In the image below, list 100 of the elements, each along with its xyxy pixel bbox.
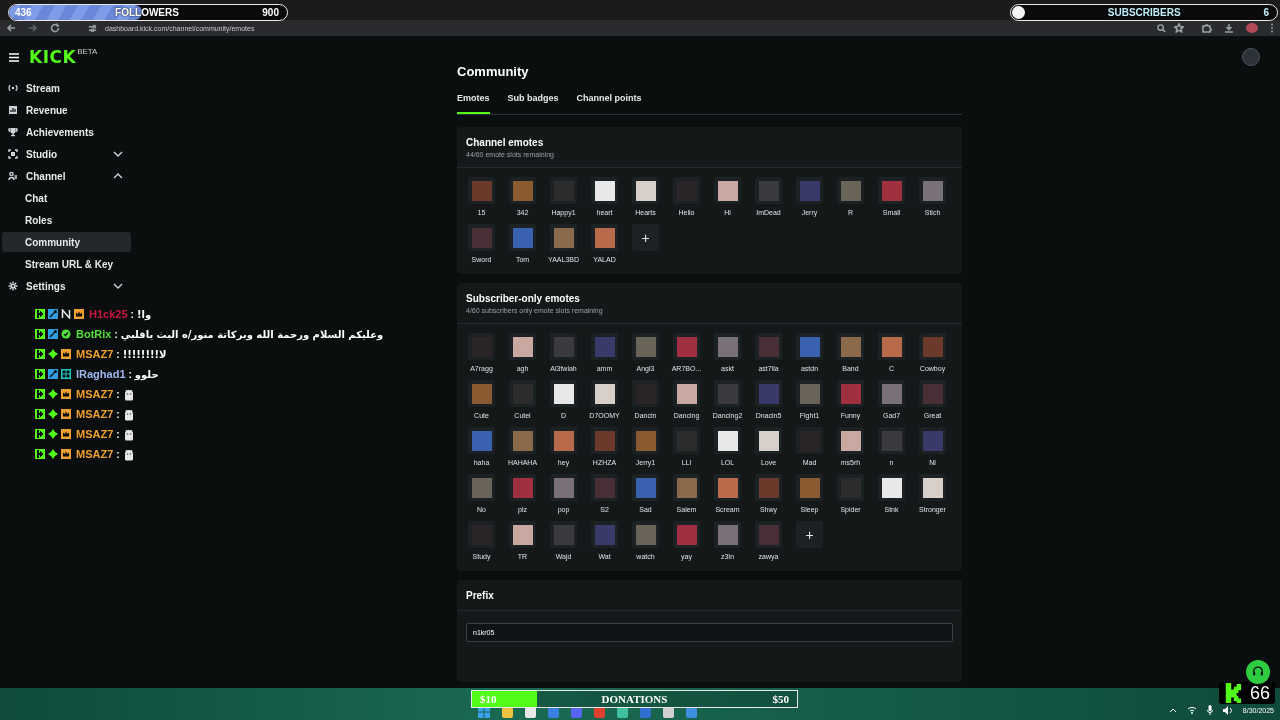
nav-item[interactable]: Revenue	[2, 100, 131, 120]
windows-start-icon[interactable]	[478, 706, 490, 718]
emote-tile[interactable]	[591, 521, 618, 548]
more-icon[interactable]	[1270, 23, 1274, 33]
app-icon[interactable]	[663, 706, 674, 718]
emote-tile[interactable]	[509, 380, 536, 407]
emote-tile[interactable]	[837, 427, 864, 454]
emote-tile[interactable]	[632, 521, 659, 548]
emote-tile[interactable]	[509, 177, 536, 204]
tab[interactable]: Channel points	[576, 93, 642, 114]
chat-username[interactable]: MSAZ7	[76, 388, 114, 400]
emote-tile[interactable]	[673, 427, 700, 454]
back-icon[interactable]	[6, 23, 16, 33]
tab[interactable]: Sub badges	[507, 93, 559, 114]
emote-tile[interactable]	[796, 380, 823, 407]
emote-tile[interactable]	[468, 474, 495, 501]
nav-item[interactable]: Settings	[2, 276, 131, 296]
app-icon[interactable]	[640, 706, 651, 718]
download-icon[interactable]	[1224, 23, 1234, 33]
emote-tile[interactable]	[550, 521, 577, 548]
emote-tile[interactable]	[714, 427, 741, 454]
emote-tile[interactable]	[673, 333, 700, 360]
emote-tile[interactable]	[468, 177, 495, 204]
emote-tile[interactable]	[632, 177, 659, 204]
emote-tile[interactable]	[673, 521, 700, 548]
site-settings-icon[interactable]	[88, 23, 97, 33]
emote-tile[interactable]	[878, 427, 905, 454]
chat-username[interactable]: lRaghad1	[76, 368, 126, 380]
app-icon[interactable]	[617, 706, 628, 718]
app-icon[interactable]	[548, 706, 559, 718]
nav-item[interactable]: Stream URL & Key	[2, 254, 131, 274]
nav-item[interactable]: Studio	[2, 144, 131, 164]
emote-tile[interactable]	[550, 474, 577, 501]
headset-button[interactable]	[1246, 660, 1270, 684]
chevron-up-icon[interactable]	[113, 173, 123, 179]
emote-tile[interactable]	[919, 380, 946, 407]
chevron-down-icon[interactable]	[113, 151, 123, 157]
microphone-icon[interactable]	[1206, 705, 1213, 715]
nav-item[interactable]: Roles	[2, 210, 131, 230]
menu-icon[interactable]	[9, 52, 19, 62]
emote-tile[interactable]	[632, 333, 659, 360]
emote-tile[interactable]	[837, 380, 864, 407]
emote-tile[interactable]	[837, 177, 864, 204]
emote-tile[interactable]	[509, 474, 536, 501]
add-emote-button[interactable]: +	[796, 521, 823, 548]
emote-tile[interactable]	[755, 521, 782, 548]
emote-tile[interactable]	[509, 427, 536, 454]
emote-tile[interactable]	[591, 474, 618, 501]
add-emote-button[interactable]: +	[632, 224, 659, 251]
nav-item[interactable]: Achievements	[2, 122, 131, 142]
emote-tile[interactable]	[837, 474, 864, 501]
nav-item[interactable]: Community	[2, 232, 131, 252]
emote-tile[interactable]	[714, 474, 741, 501]
emote-tile[interactable]	[509, 521, 536, 548]
emote-tile[interactable]	[591, 224, 618, 251]
emote-tile[interactable]	[714, 380, 741, 407]
forward-icon[interactable]	[28, 23, 38, 33]
emote-tile[interactable]	[468, 380, 495, 407]
emote-tile[interactable]	[550, 177, 577, 204]
emote-tile[interactable]	[755, 333, 782, 360]
emote-tile[interactable]	[919, 177, 946, 204]
speaker-icon[interactable]	[1222, 705, 1233, 715]
emote-tile[interactable]	[591, 333, 618, 360]
emote-tile[interactable]	[550, 333, 577, 360]
extensions-icon[interactable]	[1202, 23, 1212, 33]
emote-tile[interactable]	[878, 474, 905, 501]
app-icon[interactable]	[594, 706, 605, 718]
chat-username[interactable]: MSAZ7	[76, 408, 114, 420]
emote-tile[interactable]	[755, 474, 782, 501]
emote-tile[interactable]	[550, 224, 577, 251]
emote-tile[interactable]	[714, 177, 741, 204]
emote-tile[interactable]	[919, 427, 946, 454]
nav-item[interactable]: Stream	[2, 78, 131, 98]
emote-tile[interactable]	[591, 380, 618, 407]
nav-item[interactable]: Channel	[2, 166, 131, 186]
user-avatar[interactable]	[1242, 48, 1260, 66]
emote-tile[interactable]	[878, 380, 905, 407]
reload-icon[interactable]	[50, 23, 60, 33]
chevron-down-icon[interactable]	[113, 283, 123, 289]
emote-tile[interactable]	[878, 177, 905, 204]
emote-tile[interactable]	[878, 333, 905, 360]
tab[interactable]: Emotes	[457, 93, 490, 114]
emote-tile[interactable]	[673, 380, 700, 407]
emote-tile[interactable]	[755, 380, 782, 407]
app-icon[interactable]	[686, 706, 697, 718]
star-icon[interactable]	[1174, 23, 1184, 33]
chat-username[interactable]: BotRix	[76, 328, 112, 340]
emote-tile[interactable]	[468, 224, 495, 251]
emote-tile[interactable]	[755, 177, 782, 204]
emote-tile[interactable]	[550, 427, 577, 454]
emote-tile[interactable]	[714, 333, 741, 360]
emote-tile[interactable]	[673, 474, 700, 501]
app-icon[interactable]	[571, 706, 582, 718]
emote-tile[interactable]	[591, 427, 618, 454]
emote-tile[interactable]	[755, 427, 782, 454]
emote-tile[interactable]	[632, 427, 659, 454]
emote-tile[interactable]	[837, 333, 864, 360]
zoom-icon[interactable]	[1157, 23, 1166, 33]
emote-tile[interactable]	[509, 333, 536, 360]
chat-username[interactable]: MSAZ7	[76, 428, 114, 440]
